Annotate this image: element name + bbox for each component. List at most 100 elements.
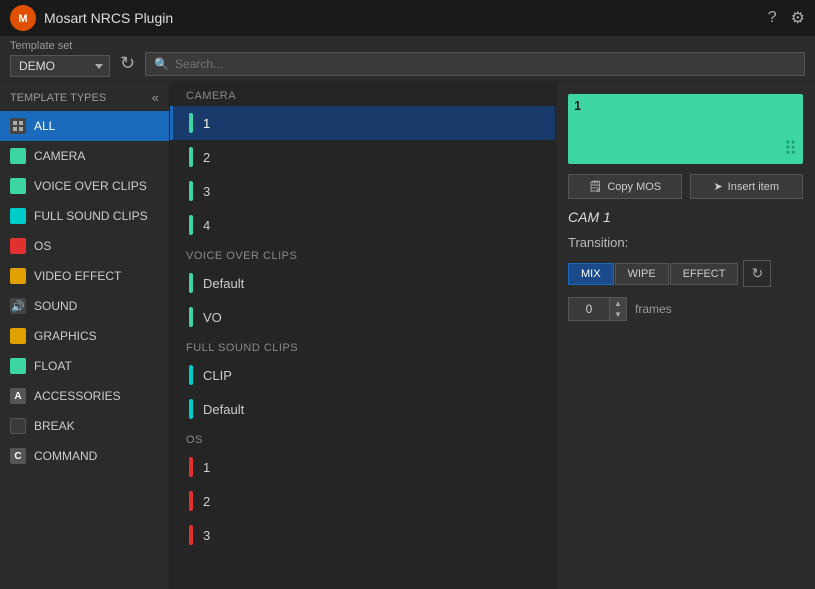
search-input[interactable] <box>175 57 796 71</box>
svg-text:M: M <box>18 13 27 25</box>
center-panel: CAMERA 1 2 3 4 VOICE OVER CLIPS Default … <box>170 82 555 589</box>
frames-row: ▲ ▼ frames <box>568 297 803 321</box>
template-set-select[interactable]: DEMO <box>10 55 110 77</box>
app-logo: M <box>10 5 36 31</box>
template-item-os-2[interactable]: 2 <box>170 484 555 518</box>
command-icon: C <box>10 448 26 464</box>
frames-input-wrapper: ▲ ▼ <box>568 297 627 321</box>
sidebar-item-label: GRAPHICS <box>34 329 97 343</box>
sidebar-item-label: ACCESSORIES <box>34 389 121 403</box>
sidebar-item-label: SOUND <box>34 299 77 313</box>
all-icon <box>10 118 26 134</box>
template-item-label: 1 <box>203 460 210 475</box>
template-item-os-3[interactable]: 3 <box>170 518 555 552</box>
color-bar <box>189 307 193 327</box>
sidebar-item-all[interactable]: ALL <box>0 111 169 141</box>
section-header-full-sound: FULL SOUND CLIPS <box>170 334 555 358</box>
color-bar <box>189 525 193 545</box>
full-sound-icon <box>10 208 26 224</box>
sidebar-collapse-icon[interactable]: « <box>152 90 159 105</box>
main-layout: Template Types « ALL CAMERA VOICE OVER C… <box>0 82 815 589</box>
sidebar-item-os[interactable]: OS <box>0 231 169 261</box>
sidebar-item-label: FULL SOUND CLIPS <box>34 209 148 223</box>
search-wrapper: 🔍 <box>145 52 805 76</box>
insert-item-button[interactable]: ➤ Insert item <box>690 174 804 199</box>
sidebar-item-graphics[interactable]: GRAPHICS <box>0 321 169 351</box>
frames-input[interactable] <box>569 298 609 320</box>
section-header-camera: CAMERA <box>170 82 555 106</box>
refresh-button[interactable]: ↻ <box>120 53 135 74</box>
color-bar <box>189 273 193 293</box>
template-item-label: Default <box>203 276 244 291</box>
transition-tab-mix[interactable]: MIX <box>568 263 614 285</box>
app-title: Mosart NRCS Plugin <box>44 10 173 26</box>
template-item-vo-default[interactable]: Default <box>170 266 555 300</box>
color-bar <box>189 181 193 201</box>
preview-grid-icon: ⠿ <box>784 139 797 160</box>
section-header-voice-over: VOICE OVER CLIPS <box>170 242 555 266</box>
copy-icon: 🗒 <box>588 180 602 193</box>
sidebar-item-full-sound-clips[interactable]: FULL SOUND CLIPS <box>0 201 169 231</box>
sidebar-item-label: VOICE OVER CLIPS <box>34 179 147 193</box>
graphics-icon <box>10 328 26 344</box>
template-item-camera-1[interactable]: 1 <box>170 106 555 140</box>
sidebar-item-accessories[interactable]: A ACCESSORIES <box>0 381 169 411</box>
sidebar-item-label: CAMERA <box>34 149 85 163</box>
sidebar-item-label: VIDEO EFFECT <box>34 269 121 283</box>
transition-label: Transition: <box>568 235 803 250</box>
template-item-label: VO <box>203 310 222 325</box>
template-item-camera-4[interactable]: 4 <box>170 208 555 242</box>
template-item-label: 4 <box>203 218 210 233</box>
sidebar-item-command[interactable]: C COMMAND <box>0 441 169 471</box>
sidebar-item-sound[interactable]: 🔊 SOUND <box>0 291 169 321</box>
frames-label: frames <box>635 302 672 316</box>
template-set-label: Template set <box>10 40 110 52</box>
template-item-camera-3[interactable]: 3 <box>170 174 555 208</box>
transition-tab-effect[interactable]: EFFECT <box>670 263 739 285</box>
template-item-vo-vo[interactable]: VO <box>170 300 555 334</box>
sidebar-title: Template Types <box>10 92 106 104</box>
title-icons: ? ⚙ <box>768 8 805 28</box>
color-bar <box>189 113 193 133</box>
sidebar-item-label: ALL <box>34 119 55 133</box>
frames-decrement-button[interactable]: ▼ <box>610 309 626 320</box>
break-icon <box>10 418 26 434</box>
template-item-label: 3 <box>203 528 210 543</box>
transition-refresh-button[interactable]: ↻ <box>743 260 771 287</box>
sidebar-item-break[interactable]: BREAK <box>0 411 169 441</box>
section-header-os: OS <box>170 426 555 450</box>
action-buttons: 🗒 Copy MOS ➤ Insert item <box>568 174 803 199</box>
frames-increment-button[interactable]: ▲ <box>610 298 626 309</box>
template-item-fsc-clip[interactable]: CLIP <box>170 358 555 392</box>
template-item-label: 2 <box>203 494 210 509</box>
camera-icon <box>10 148 26 164</box>
transition-tabs: MIX WIPE EFFECT ↻ <box>568 260 803 287</box>
template-item-os-1[interactable]: 1 <box>170 450 555 484</box>
frames-stepper: ▲ ▼ <box>609 298 626 320</box>
sidebar-item-label: BREAK <box>34 419 75 433</box>
transition-tab-wipe[interactable]: WIPE <box>615 263 669 285</box>
template-item-fsc-default[interactable]: Default <box>170 392 555 426</box>
os-icon <box>10 238 26 254</box>
color-bar <box>189 147 193 167</box>
video-effect-icon <box>10 268 26 284</box>
sidebar-item-float[interactable]: FLOAT <box>0 351 169 381</box>
template-item-camera-2[interactable]: 2 <box>170 140 555 174</box>
template-item-label: CLIP <box>203 368 232 383</box>
copy-mos-button[interactable]: 🗒 Copy MOS <box>568 174 682 199</box>
accessories-icon: A <box>10 388 26 404</box>
help-icon[interactable]: ? <box>768 9 777 27</box>
sidebar-item-camera[interactable]: CAMERA <box>0 141 169 171</box>
template-item-label: 3 <box>203 184 210 199</box>
template-item-label: 1 <box>203 116 210 131</box>
sidebar: Template Types « ALL CAMERA VOICE OVER C… <box>0 82 170 589</box>
sidebar-item-video-effect[interactable]: VIDEO EFFECT <box>0 261 169 291</box>
sidebar-item-voice-over-clips[interactable]: VOICE OVER CLIPS <box>0 171 169 201</box>
right-panel: 1 ⠿ 🗒 Copy MOS ➤ Insert item CAM 1 Trans… <box>555 82 815 589</box>
item-name: CAM 1 <box>568 209 803 225</box>
settings-icon[interactable]: ⚙ <box>791 8 805 28</box>
sidebar-item-label: FLOAT <box>34 359 72 373</box>
template-item-label: 2 <box>203 150 210 165</box>
template-set-wrapper: Template set DEMO <box>10 36 110 81</box>
color-bar <box>189 399 193 419</box>
